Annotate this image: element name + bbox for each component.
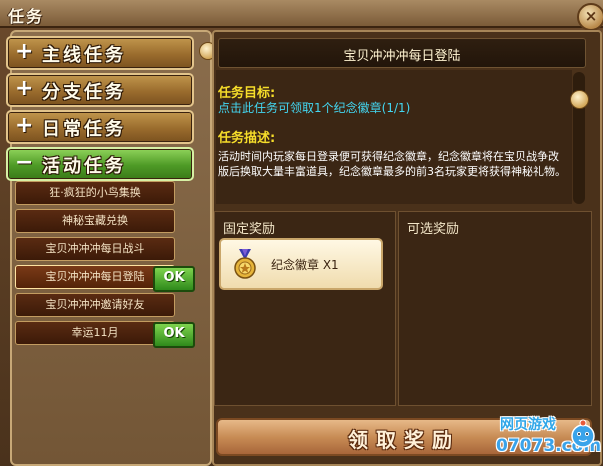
- close-button[interactable]: ×: [577, 3, 603, 31]
- ok-badge: OK: [153, 266, 195, 292]
- quest-title: 宝贝冲冲冲每日登陆: [343, 49, 461, 64]
- reward-item-slot[interactable]: 纪念徽章 X1: [219, 238, 383, 290]
- category-label: 分支任务: [42, 82, 126, 103]
- mascot-icon: [571, 419, 595, 448]
- category-main-quest[interactable]: + 主线任务: [6, 36, 194, 70]
- quest-desc-label: 任务描述:: [218, 131, 276, 146]
- subquest-item[interactable]: 宝贝冲冲冲每日战斗: [15, 237, 175, 261]
- ok-badge: OK: [153, 322, 195, 348]
- window-title: 任务: [8, 7, 45, 26]
- category-branch-quest[interactable]: + 分支任务: [6, 73, 194, 107]
- medal-icon: [234, 249, 256, 279]
- subquest-item[interactable]: 神秘宝藏兑换: [15, 209, 175, 233]
- site-watermark: 网页游戏 07073.com: [494, 412, 601, 462]
- reward-item-name: 纪念徽章 X1: [271, 258, 339, 272]
- fixed-reward-box: 固定奖励 纪念徽章 X1: [214, 211, 396, 406]
- subquest-item-selected[interactable]: 宝贝冲冲冲每日登陆: [15, 265, 175, 289]
- category-label: 活动任务: [42, 156, 126, 177]
- subquest-item[interactable]: 幸运11月: [15, 321, 175, 345]
- description-scroll-knob[interactable]: [570, 90, 589, 109]
- quest-header: 宝贝冲冲冲每日登陆: [218, 38, 586, 68]
- subquest-item[interactable]: 宝贝冲冲冲邀请好友: [15, 293, 175, 317]
- expand-icon: +: [15, 76, 34, 101]
- collapse-icon: −: [15, 150, 34, 175]
- quest-window: 任务 × + 主线任务 + 分支任务 + 日常任务 − 活动任务 狂·疯狂的小鸟…: [0, 0, 603, 466]
- expand-icon: +: [15, 39, 34, 64]
- quest-goal-link[interactable]: 点击此任务可领取1个纪念徽章(1/1): [218, 99, 410, 116]
- expand-icon: +: [15, 113, 34, 138]
- fixed-reward-title: 固定奖励: [223, 222, 276, 237]
- watermark-text: 网页游戏: [500, 417, 556, 433]
- quest-desc-text: 活动时间内玩家每日登录便可获得纪念徽章，纪念徽章将在宝贝战争改版后换取大量丰富道…: [218, 150, 566, 178]
- category-event-quest[interactable]: − 活动任务: [6, 147, 194, 181]
- category-label: 主线任务: [42, 45, 126, 66]
- optional-reward-box: 可选奖励: [398, 211, 592, 406]
- category-label: 日常任务: [42, 119, 126, 140]
- category-daily-quest[interactable]: + 日常任务: [6, 110, 194, 144]
- optional-reward-title: 可选奖励: [407, 222, 460, 237]
- subquest-item[interactable]: 狂·疯狂的小鸟集换: [15, 181, 175, 205]
- window-titlebar[interactable]: 任务: [0, 0, 603, 28]
